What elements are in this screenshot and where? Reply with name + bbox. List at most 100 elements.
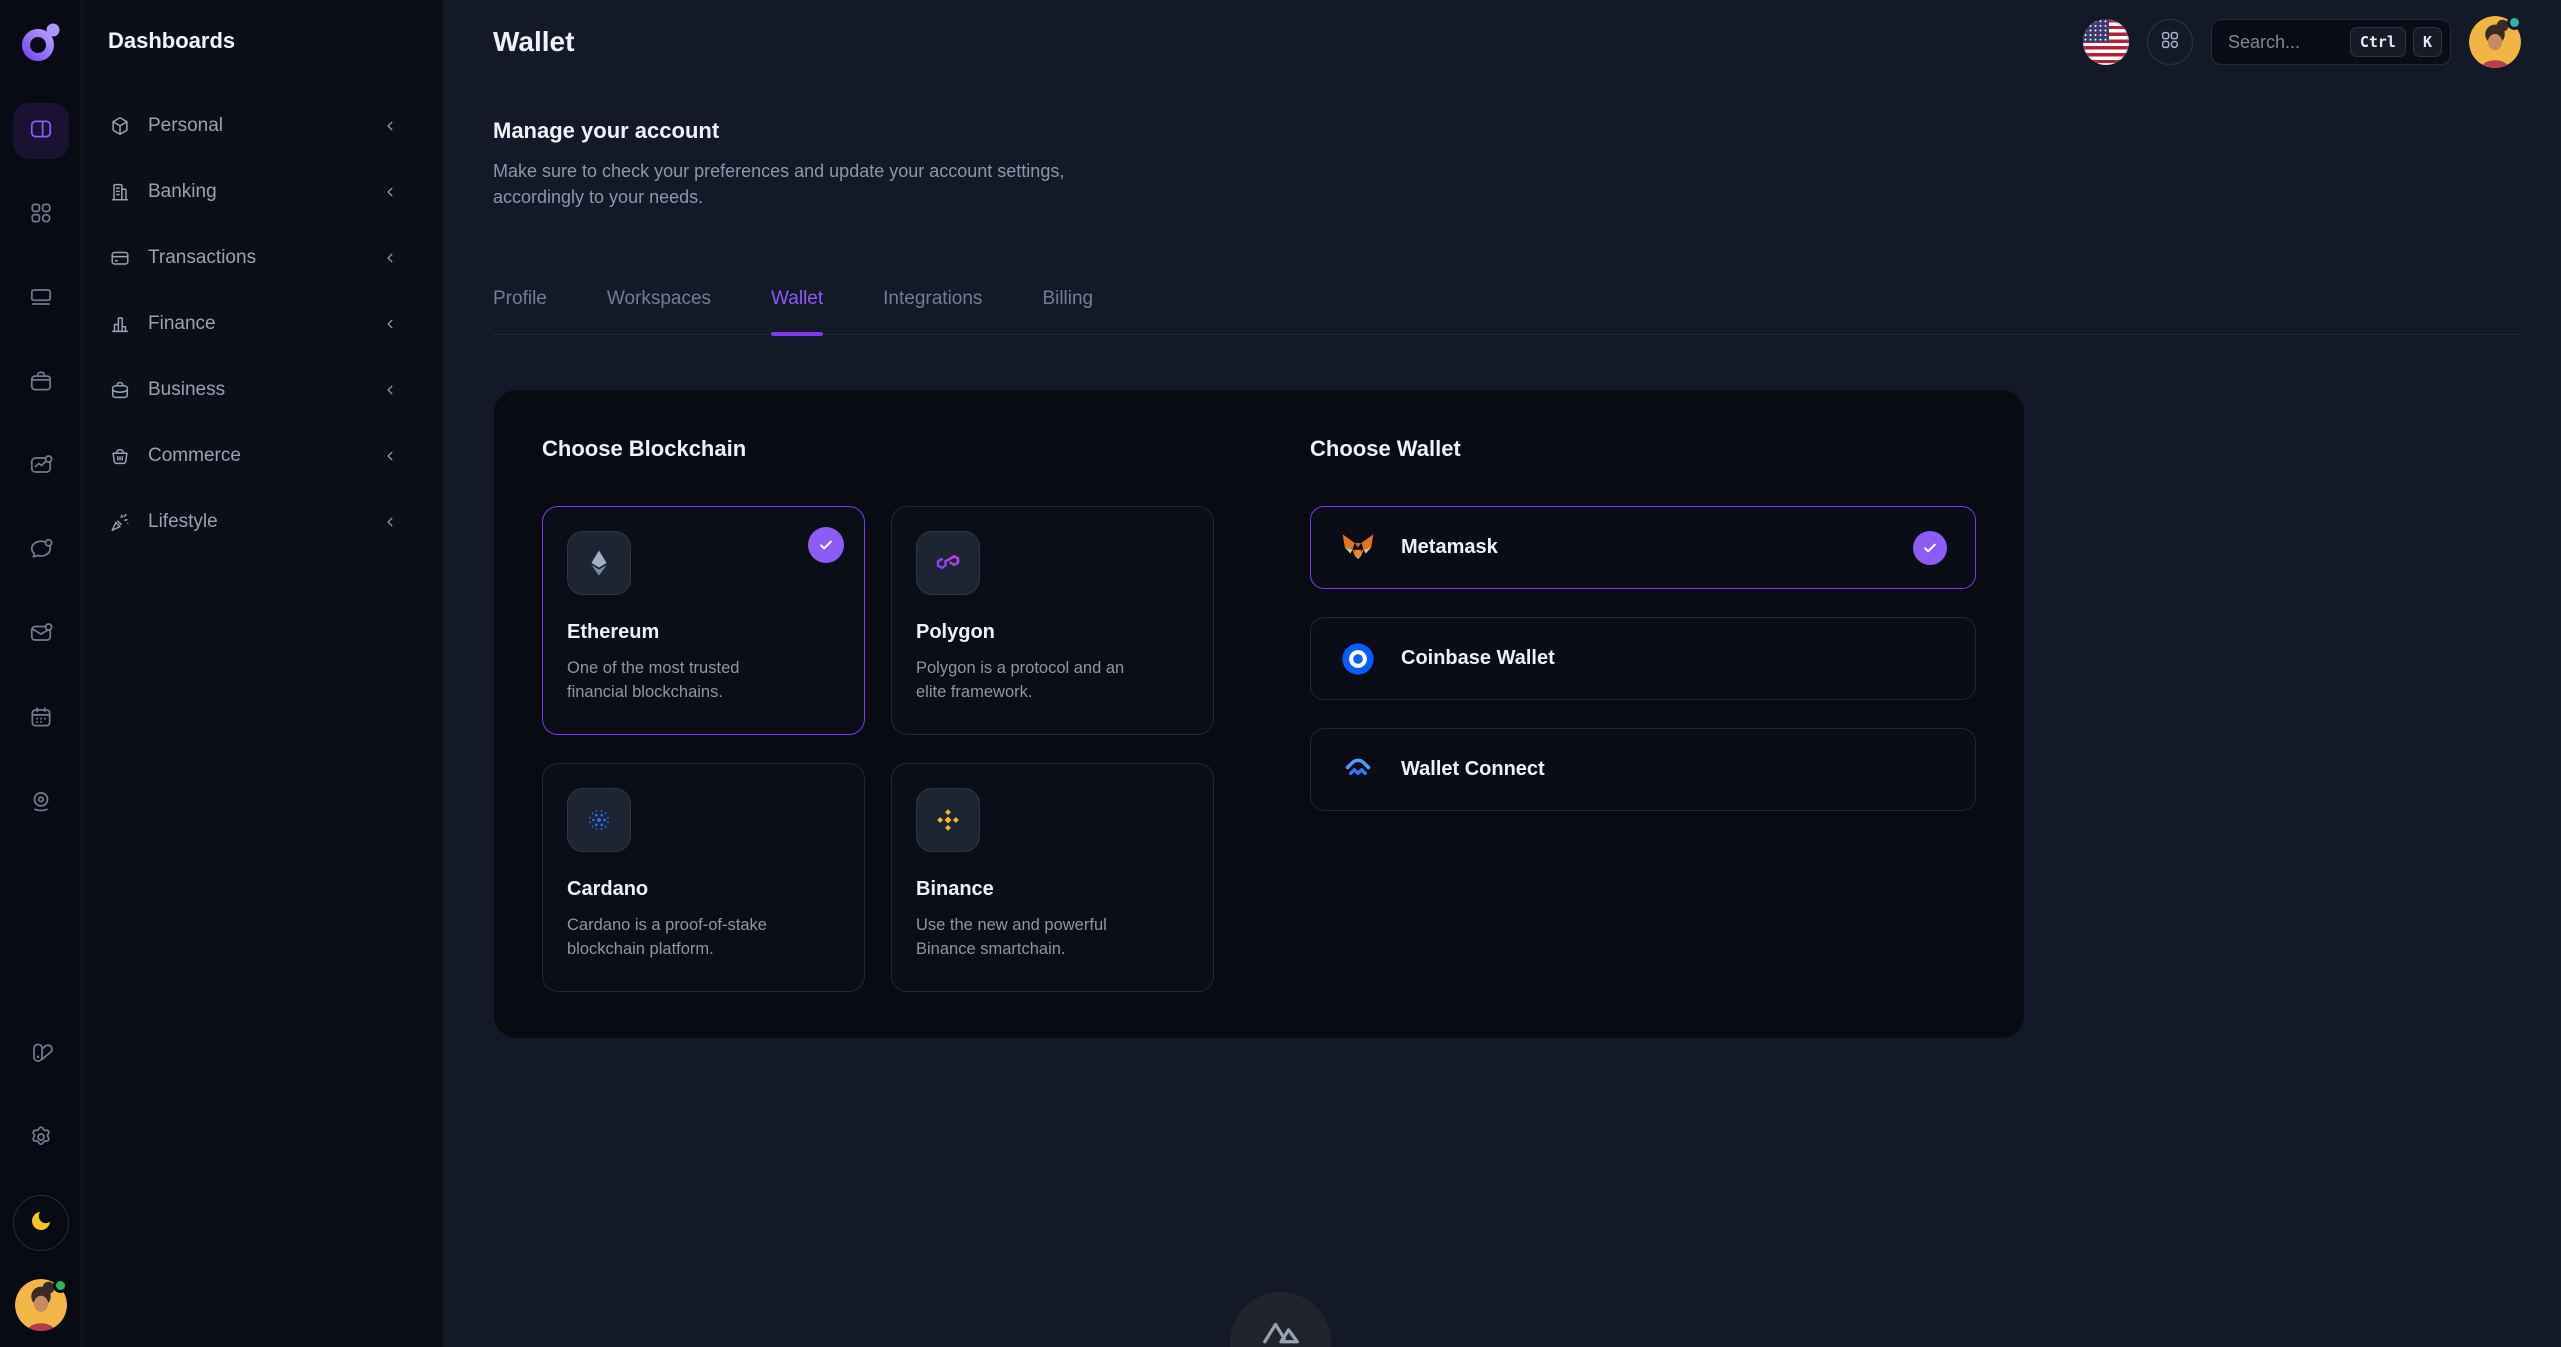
sidebar: Dashboards Personal Banking Transactions… [82,0,443,1347]
sidebar-item-personal[interactable]: Personal [108,106,443,146]
section-heading: Manage your account [493,118,2521,144]
rail-nav [13,103,69,831]
topbar: Wallet Ctrl K [493,0,2521,84]
sidebar-item-business[interactable]: Business [108,370,443,410]
blockchain-description: Use the new and powerful Binance smartch… [916,913,1146,961]
tab-workspaces[interactable]: Workspaces [607,288,711,334]
layout-icon [28,116,54,147]
rail-item-design[interactable] [13,1027,69,1083]
choose-blockchain-heading: Choose Blockchain [542,436,1214,462]
main-content: Wallet Ctrl K Manage your account Ma [443,0,2561,1347]
rail-item-settings[interactable] [13,1111,69,1167]
selected-check-icon [808,527,844,563]
rail-item-business[interactable] [13,355,69,411]
chevron-left-icon [381,249,399,267]
polygon-icon [916,531,980,595]
rail-item-webcam[interactable] [13,775,69,831]
online-status-dot [2507,15,2522,30]
page-title: Wallet [493,26,574,58]
blockchain-card-ethereum[interactable]: Ethereum One of the most trusted financi… [542,506,865,735]
shortcut-ctrl-key: Ctrl [2350,27,2406,57]
wallet-option-metamask[interactable]: Metamask [1310,506,1976,589]
blockchain-card-polygon[interactable]: Polygon Polygon is a protocol and an eli… [891,506,1214,735]
chart-message-icon [28,452,54,483]
blockchain-description: Polygon is a protocol and an elite frame… [916,656,1146,704]
blockchain-card-cardano[interactable]: Cardano Cardano is a proof-of-stake bloc… [542,763,865,992]
bank-icon [108,180,132,204]
online-status-dot [53,1278,68,1293]
blockchain-name: Polygon [916,621,1189,644]
choose-wallet-heading: Choose Wallet [1310,436,1976,462]
rail-user-avatar[interactable] [15,1279,67,1331]
sidebar-title: Dashboards [108,28,443,54]
blockchain-grid: Ethereum One of the most trusted financi… [542,506,1214,992]
sidebar-item-transactions[interactable]: Transactions [108,238,443,278]
ethereum-icon [567,531,631,595]
app-root: Dashboards Personal Banking Transactions… [0,0,2561,1347]
chevron-left-icon [381,513,399,531]
gear-icon [28,1124,54,1155]
dark-mode-toggle[interactable] [13,1195,69,1251]
wallet-name: Wallet Connect [1401,758,1545,781]
apps-grid-icon [28,200,54,231]
mountain-logo-icon [1255,1292,1307,1347]
search-box: Ctrl K [2211,19,2451,65]
chevron-left-icon [381,447,399,465]
rail-item-dashboards[interactable] [13,103,69,159]
rail-item-mail[interactable] [13,607,69,663]
section-description: Make sure to check your preferences and … [493,158,1123,210]
wallet-panel: Choose Blockchain Ethereum One of the mo… [493,389,2025,1039]
wallet-list: Metamask Coinbase Wallet Wallet Con [1310,506,1976,811]
wallet-name: Metamask [1401,536,1498,559]
metamask-fox-icon [1339,529,1377,567]
blockchain-name: Ethereum [567,621,840,644]
tab-billing[interactable]: Billing [1042,288,1093,334]
blockchain-description: One of the most trusted financial blockc… [567,656,797,704]
chevron-left-icon [381,183,399,201]
sidebar-item-lifestyle[interactable]: Lifestyle [108,502,443,542]
choose-wallet-section: Choose Wallet Metamask Coinbase Walle [1310,436,1976,992]
tab-profile[interactable]: Profile [493,288,547,334]
choose-blockchain-section: Choose Blockchain Ethereum One of the mo… [542,436,1214,992]
binance-icon [916,788,980,852]
briefcase-icon [28,368,54,399]
wallet-option-walletconnect[interactable]: Wallet Connect [1310,728,1976,811]
rail-item-windows[interactable] [13,271,69,327]
chevron-left-icon [381,117,399,135]
settings-tabs: Profile Workspaces Wallet Integrations B… [493,288,2521,335]
moon-icon [29,1209,53,1238]
chevron-left-icon [381,315,399,333]
account-section: Manage your account Make sure to check y… [493,118,2521,210]
sidebar-item-banking[interactable]: Banking [108,172,443,212]
wallet-option-coinbase[interactable]: Coinbase Wallet [1310,617,1976,700]
tab-integrations[interactable]: Integrations [883,288,982,334]
user-avatar[interactable] [2469,16,2521,68]
search-input[interactable] [2228,32,2343,53]
sidebar-item-finance[interactable]: Finance [108,304,443,344]
topbar-actions: Ctrl K [2083,16,2521,68]
sidebar-item-commerce[interactable]: Commerce [108,436,443,476]
webcam-icon [28,788,54,819]
mail-icon [28,620,54,651]
bar-chart-icon [108,312,132,336]
swatches-icon [28,1040,54,1071]
chevron-left-icon [381,381,399,399]
calendar-icon [28,704,54,735]
wallet-name: Coinbase Wallet [1401,647,1555,670]
tab-wallet[interactable]: Wallet [771,288,823,334]
apps-launcher-button[interactable] [2147,19,2193,65]
rail-item-apps[interactable] [13,187,69,243]
blockchain-card-binance[interactable]: Binance Use the new and powerful Binance… [891,763,1214,992]
icon-rail [0,0,82,1347]
credit-card-icon [108,246,132,270]
rail-item-chat[interactable] [13,523,69,579]
basket-icon [108,444,132,468]
language-flag-button[interactable] [2083,19,2129,65]
brand-logo[interactable] [19,20,63,69]
cube-icon [108,114,132,138]
selected-check-icon [1913,531,1947,565]
rail-item-calendar[interactable] [13,691,69,747]
blockchain-name: Binance [916,878,1189,901]
rail-item-analytics[interactable] [13,439,69,495]
blockchain-name: Cardano [567,878,840,901]
